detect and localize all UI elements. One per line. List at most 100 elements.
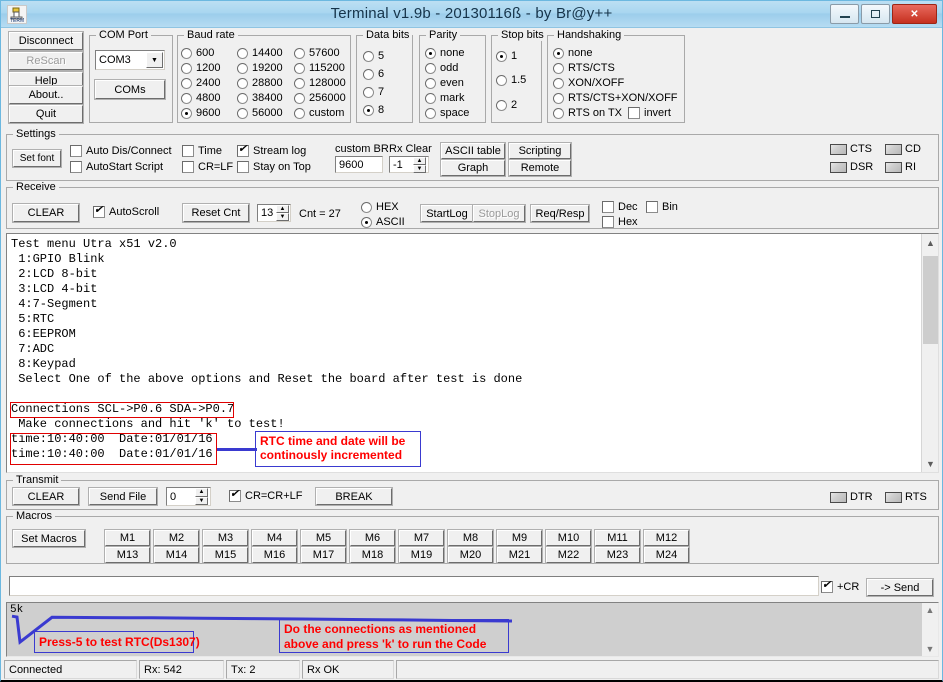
reset-cnt-button[interactable]: Reset Cnt — [182, 203, 250, 223]
macro-button-m21[interactable]: M21 — [496, 546, 543, 564]
baud-custom[interactable]: custom — [294, 107, 344, 119]
macro-button-m3[interactable]: M3 — [202, 529, 249, 547]
graph-scrollbar[interactable]: ▲ ▼ — [922, 603, 938, 656]
macro-button-m4[interactable]: M4 — [251, 529, 298, 547]
stop-bits-1[interactable]: 1 — [496, 50, 517, 62]
macro-button-m14[interactable]: M14 — [153, 546, 200, 564]
graph-button[interactable]: Graph — [440, 159, 506, 177]
macro-button-m20[interactable]: M20 — [447, 546, 494, 564]
data-bits-7[interactable]: 7 — [363, 86, 384, 98]
cnt-spinner[interactable]: ▲ ▼ — [276, 205, 289, 221]
stream-log-checkbox[interactable]: Stream log — [237, 143, 306, 157]
cr-lf-checkbox[interactable]: CR=LF — [182, 161, 233, 173]
transmit-clear-button[interactable]: CLEAR — [12, 487, 80, 506]
disconnect-button[interactable]: Disconnect — [8, 31, 84, 51]
close-button[interactable]: ✕ — [892, 4, 937, 24]
bin-checkbox[interactable]: Bin — [646, 201, 678, 213]
baud-14400[interactable]: 14400 — [237, 47, 283, 59]
stoplog-button[interactable]: StopLog — [472, 204, 526, 223]
send-file-button[interactable]: Send File — [88, 487, 158, 506]
baud-28800[interactable]: 28800 — [237, 77, 283, 89]
chevron-down-icon[interactable]: ▼ — [146, 52, 163, 68]
baud-56000[interactable]: 56000 — [237, 107, 283, 119]
macro-button-m22[interactable]: M22 — [545, 546, 592, 564]
baud-1200[interactable]: 1200 — [181, 62, 220, 74]
macro-button-m15[interactable]: M15 — [202, 546, 249, 564]
chevron-up-icon[interactable]: ▲ — [922, 603, 938, 617]
data-bits-6[interactable]: 6 — [363, 68, 384, 80]
baud-115200[interactable]: 115200 — [294, 62, 345, 74]
transmit-delay-spinner[interactable]: ▲ ▼ — [195, 488, 208, 505]
macro-button-m5[interactable]: M5 — [300, 529, 347, 547]
handshake-none[interactable]: none — [553, 47, 592, 59]
chevron-down-icon[interactable]: ▼ — [922, 455, 938, 472]
stop-bits-1-5[interactable]: 1.5 — [496, 74, 526, 86]
coms-button[interactable]: COMs — [94, 79, 166, 100]
macro-button-m10[interactable]: M10 — [545, 529, 592, 547]
handshake-rts-cts-xon-xoff[interactable]: RTS/CTS+XON/XOFF — [553, 92, 678, 104]
macro-button-m2[interactable]: M2 — [153, 529, 200, 547]
auto-dis-connect-checkbox[interactable]: Auto Dis/Connect — [70, 145, 172, 157]
parity-space[interactable]: space — [425, 107, 469, 119]
baud-4800[interactable]: 4800 — [181, 92, 220, 104]
autoscroll-checkbox[interactable]: AutoScroll — [93, 204, 159, 218]
scrollbar-thumb[interactable] — [923, 256, 938, 344]
spinner-up-icon[interactable]: ▲ — [276, 205, 289, 213]
baud-600[interactable]: 600 — [181, 47, 214, 59]
macro-button-m18[interactable]: M18 — [349, 546, 396, 564]
break-button[interactable]: BREAK — [315, 487, 393, 506]
spinner-down-icon[interactable]: ▼ — [195, 496, 208, 505]
rescan-button[interactable]: ReScan — [8, 51, 84, 71]
parity-none[interactable]: none — [425, 47, 464, 59]
spinner-down-icon[interactable]: ▼ — [413, 165, 426, 173]
chevron-down-icon[interactable]: ▼ — [922, 642, 938, 656]
chevron-up-icon[interactable]: ▲ — [922, 234, 938, 251]
macro-button-m6[interactable]: M6 — [349, 529, 396, 547]
macro-button-m11[interactable]: M11 — [594, 529, 641, 547]
com-port-select[interactable]: COM3 ▼ — [95, 50, 165, 70]
macro-button-m16[interactable]: M16 — [251, 546, 298, 564]
parity-odd[interactable]: odd — [425, 62, 458, 74]
macro-button-m7[interactable]: M7 — [398, 529, 445, 547]
set-font-button[interactable]: Set font — [12, 149, 62, 168]
baud-38400[interactable]: 38400 — [237, 92, 283, 104]
send-button[interactable]: -> Send — [866, 578, 934, 597]
quit-button[interactable]: Quit — [8, 104, 84, 124]
baud-256000[interactable]: 256000 — [294, 92, 346, 104]
macro-button-m8[interactable]: M8 — [447, 529, 494, 547]
receive-clear-button[interactable]: CLEAR — [12, 203, 80, 223]
minimize-button[interactable] — [830, 4, 859, 24]
set-macros-button[interactable]: Set Macros — [12, 529, 86, 548]
rx-rate-graph[interactable]: 5k Do the connections as mentioned above… — [6, 602, 939, 657]
invert-checkbox[interactable]: invert — [628, 107, 671, 119]
remote-button[interactable]: Remote — [508, 159, 572, 177]
macro-button-m19[interactable]: M19 — [398, 546, 445, 564]
cr-crlf-checkbox[interactable]: CR=CR+LF — [229, 488, 302, 502]
handshake-rts-cts[interactable]: RTS/CTS — [553, 62, 615, 74]
data-bits-8[interactable]: 8 — [363, 104, 384, 116]
stay-on-top-checkbox[interactable]: Stay on Top — [237, 161, 311, 173]
startlog-button[interactable]: StartLog — [420, 204, 474, 223]
spinner-up-icon[interactable]: ▲ — [195, 488, 208, 497]
about-button[interactable]: About.. — [8, 85, 84, 105]
macro-button-m9[interactable]: M9 — [496, 529, 543, 547]
handshake-xon-xoff[interactable]: XON/XOFF — [553, 77, 624, 89]
ascii-table-button[interactable]: ASCII table — [440, 142, 506, 160]
send-input[interactable] — [9, 576, 819, 596]
parity-mark[interactable]: mark — [425, 92, 464, 104]
time-checkbox[interactable]: Time — [182, 145, 222, 157]
plus-cr-checkbox[interactable]: +CR — [821, 579, 859, 593]
rx-clear-spinner[interactable]: ▲ ▼ — [413, 157, 426, 173]
scripting-button[interactable]: Scripting — [508, 142, 572, 160]
spinner-up-icon[interactable]: ▲ — [413, 157, 426, 165]
custom-br-input[interactable]: 9600 — [335, 156, 383, 173]
hex-checkbox[interactable]: Hex — [602, 216, 638, 228]
macro-button-m1[interactable]: M1 — [104, 529, 151, 547]
dec-checkbox[interactable]: Dec — [602, 201, 638, 213]
baud-57600[interactable]: 57600 — [294, 47, 340, 59]
handshake-rts-on-tx[interactable]: RTS on TX — [553, 107, 622, 119]
spinner-down-icon[interactable]: ▼ — [276, 213, 289, 221]
req-resp-button[interactable]: Req/Resp — [530, 204, 590, 223]
baud-128000[interactable]: 128000 — [294, 77, 346, 89]
baud-2400[interactable]: 2400 — [181, 77, 220, 89]
